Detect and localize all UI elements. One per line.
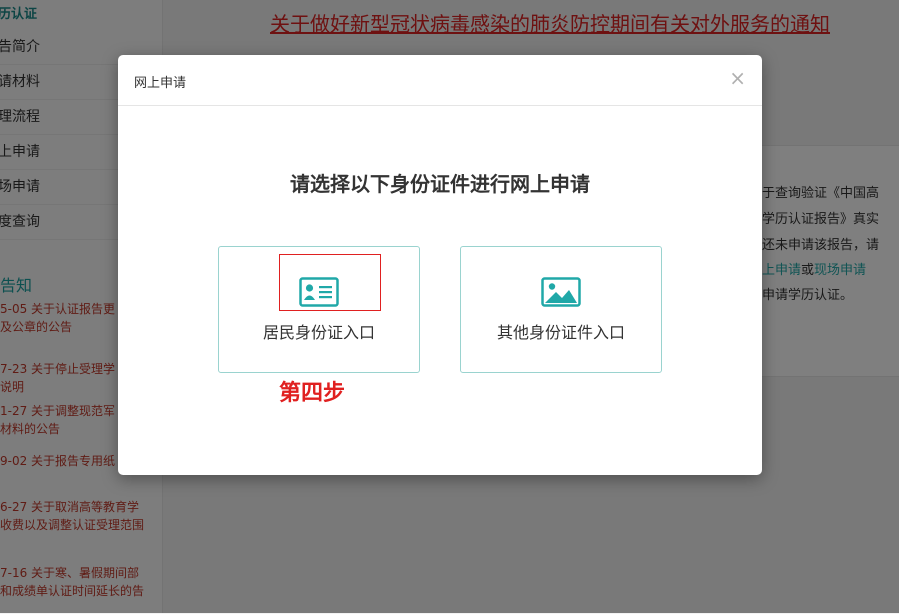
other-id-entry-label: 其他身份证件入口 — [496, 323, 625, 342]
annotation-step-label: 第四步 — [279, 381, 346, 406]
modal-title: 网上申请 — [134, 76, 187, 91]
modal-header: 网上申请 × — [118, 55, 762, 106]
resident-id-card-entry-label: 居民身份证入口 — [262, 323, 375, 342]
image-icon — [541, 277, 581, 307]
close-icon[interactable]: × — [729, 65, 746, 91]
online-apply-modal: 网上申请 × 请选择以下身份证件进行网上申请 居民身份证入口 其他身份证件入口 … — [118, 55, 762, 475]
other-id-entry-button[interactable]: 其他身份证件入口 — [460, 246, 662, 373]
annotation-highlight-box — [279, 254, 381, 311]
modal-heading: 请选择以下身份证件进行网上申请 — [290, 172, 590, 196]
